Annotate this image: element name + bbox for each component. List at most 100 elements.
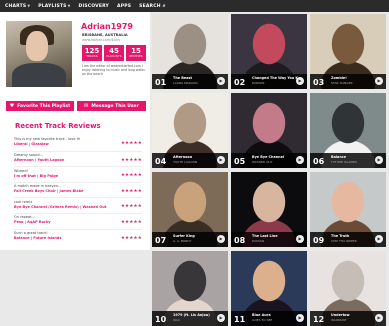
track-tile[interactable]: 04 Afternoon YOUTH LAGOON ▶ bbox=[152, 93, 228, 168]
play-icon[interactable]: ▶ bbox=[375, 314, 383, 322]
track-artist: A. A. BONDY bbox=[173, 239, 192, 243]
play-icon[interactable]: ▶ bbox=[375, 77, 383, 85]
play-icon[interactable]: ▶ bbox=[217, 156, 225, 164]
profile-stats: 125 TRACKS 45 PLAYLISTS 15 REVIEWS bbox=[82, 45, 146, 61]
favorite-playlist-button[interactable]: ♥ Favorite This Playlist bbox=[6, 101, 74, 111]
track-artist: DARWIN bbox=[252, 81, 265, 85]
play-icon[interactable]: ▶ bbox=[217, 77, 225, 85]
track-label: 10 1979 (ft. Lis Anjou) WAX ▶ bbox=[152, 311, 228, 326]
play-icon[interactable]: ▶ bbox=[217, 314, 225, 322]
reviews-list: This is my new favorite track - love it!… bbox=[14, 135, 142, 244]
track-rank: 08 bbox=[234, 236, 246, 245]
track-title: Blue Aura bbox=[252, 313, 271, 317]
track-rank: 06 bbox=[313, 157, 325, 166]
nav-discovery[interactable]: DISCOVERY bbox=[79, 4, 110, 9]
track-label: 05 Bye Bye Channel WASHED OUT ▶ bbox=[231, 153, 307, 168]
review-item: Dreamy sound... Afternoon | Youth Lagoon ★… bbox=[14, 150, 142, 167]
track-tile[interactable]: 07 Surfer King A. A. BONDY ▶ bbox=[152, 172, 228, 247]
track-rank: 04 bbox=[155, 157, 167, 166]
play-icon[interactable]: ▶ bbox=[375, 235, 383, 243]
track-label: 01 The Beast LAURA MARLING ▶ bbox=[152, 74, 228, 89]
track-tile[interactable]: 01 The Beast LAURA MARLING ▶ bbox=[152, 14, 228, 89]
track-rank: 01 bbox=[155, 78, 167, 87]
review-item: Such a great track! Balance | Future Isla… bbox=[14, 228, 142, 245]
track-artist: STAR SLINGER bbox=[331, 81, 353, 85]
stat-playlists[interactable]: 45 PLAYLISTS bbox=[104, 45, 124, 61]
star-rating: ★★★★★ bbox=[120, 219, 142, 225]
play-icon[interactable]: ▶ bbox=[296, 314, 304, 322]
play-icon[interactable]: ▶ bbox=[217, 235, 225, 243]
track-title: Afternoon bbox=[173, 155, 193, 159]
star-rating: ★★★★★ bbox=[120, 235, 142, 241]
track-rank: 03 bbox=[313, 78, 325, 87]
username: Adrian1979 bbox=[81, 22, 133, 31]
track-label: 02 Changed The Way You K... DARWIN ▶ bbox=[231, 74, 307, 89]
track-tile[interactable]: 08 The Last Line DAMIAN ▶ bbox=[231, 172, 307, 247]
track-label: 11 Blue Aura GOES TO SEE ▶ bbox=[231, 311, 307, 326]
track-title: The Last Line bbox=[252, 234, 278, 238]
play-icon[interactable]: ▶ bbox=[375, 156, 383, 164]
message-user-button[interactable]: ✉ Message This User bbox=[77, 101, 146, 111]
track-rank: 09 bbox=[313, 236, 325, 245]
search-icon: ⌕ bbox=[162, 3, 166, 9]
track-title: Zombie! bbox=[331, 76, 347, 80]
play-icon[interactable]: ▶ bbox=[296, 156, 304, 164]
track-label: 04 Afternoon YOUTH LAGOON ▶ bbox=[152, 153, 228, 168]
track-title: Changed The Way You K... bbox=[252, 76, 302, 80]
twitter-link[interactable]: www.twitter.com/4icky bbox=[82, 38, 120, 42]
chevron-down-icon: ▼ bbox=[27, 4, 31, 8]
stat-tracks[interactable]: 125 TRACKS bbox=[82, 45, 102, 61]
chevron-down-icon: ▼ bbox=[67, 4, 71, 8]
track-tile[interactable]: 02 Changed The Way You K... DARWIN ▶ bbox=[231, 14, 307, 89]
track-rank: 05 bbox=[234, 157, 246, 166]
track-title: Balance bbox=[331, 155, 347, 159]
track-title: 1979 (ft. Lis Anjou) bbox=[173, 313, 210, 317]
track-artist: WARPAINT bbox=[331, 318, 347, 322]
star-rating: ★★★★★ bbox=[120, 204, 142, 210]
track-title: Undertow bbox=[331, 313, 350, 317]
track-title: The Truth bbox=[331, 234, 350, 238]
nav-playlists[interactable]: PLAYLISTS ▼ bbox=[38, 4, 70, 9]
track-rank: 02 bbox=[234, 78, 246, 87]
play-icon[interactable]: ▶ bbox=[296, 77, 304, 85]
review-item: cool remix Bye Bye Channel (Grimes Remix)… bbox=[14, 197, 142, 213]
review-item: This is my new favorite track - love it!… bbox=[14, 135, 142, 151]
nav-charts[interactable]: CHARTS ▼ bbox=[5, 4, 30, 9]
track-rank: 07 bbox=[155, 236, 167, 245]
heart-icon: ♥ bbox=[9, 103, 15, 109]
profile-panel: Adrian1979 BRISBANE, AUSTRALIA www.twitt… bbox=[0, 12, 150, 250]
track-tile[interactable]: 12 Undertow WARPAINT ▶ bbox=[310, 251, 386, 326]
location: BRISBANE, AUSTRALIA bbox=[82, 33, 128, 37]
track-label: 09 The Truth CHIP THA RIPPER ▶ bbox=[310, 232, 386, 247]
track-artist: LAURA MARLING bbox=[173, 81, 198, 85]
track-tile[interactable]: 06 Balance FUTURE ISLANDS ▶ bbox=[310, 93, 386, 168]
track-tile[interactable]: 03 Zombie! STAR SLINGER ▶ bbox=[310, 14, 386, 89]
track-tile[interactable]: 11 Blue Aura GOES TO SEE ▶ bbox=[231, 251, 307, 326]
track-title: Surfer King bbox=[173, 234, 195, 238]
track-tile[interactable]: 09 The Truth CHIP THA RIPPER ▶ bbox=[310, 172, 386, 247]
track-rank: 11 bbox=[234, 315, 246, 324]
track-artist: WASHED OUT bbox=[252, 160, 273, 164]
star-rating: ★★★★★ bbox=[120, 188, 142, 194]
nav-apps[interactable]: APPS bbox=[117, 4, 131, 9]
track-artist: CHIP THA RIPPER bbox=[331, 239, 357, 243]
track-title: The Beast bbox=[173, 76, 193, 80]
review-item: On repeat... Peso | A$AP Rocky ★★★★★ bbox=[14, 212, 142, 229]
track-label: 03 Zombie! STAR SLINGER ▶ bbox=[310, 74, 386, 89]
play-icon[interactable]: ▶ bbox=[296, 235, 304, 243]
track-grid: 01 The Beast LAURA MARLING ▶ 02 Changed The W… bbox=[152, 14, 389, 326]
track-label: 08 The Last Line DAMIAN ▶ bbox=[231, 232, 307, 247]
star-rating: ★★★★★ bbox=[120, 157, 142, 163]
track-artist: YOUTH LAGOON bbox=[173, 160, 198, 164]
track-tile[interactable]: 10 1979 (ft. Lis Anjou) WAX ▶ bbox=[152, 251, 228, 326]
track-tile[interactable]: 05 Bye Bye Channel WASHED OUT ▶ bbox=[231, 93, 307, 168]
track-artist: WAX bbox=[173, 318, 180, 322]
track-label: 07 Surfer King A. A. BONDY ▶ bbox=[152, 232, 228, 247]
track-artist: DAMIAN bbox=[252, 239, 265, 243]
nav-search[interactable]: SEARCH ⌕ bbox=[139, 3, 166, 9]
track-artist: FUTURE ISLANDS bbox=[331, 160, 357, 164]
profile-bio: I am the editor of weareduerted.com I en… bbox=[82, 64, 145, 77]
stat-reviews[interactable]: 15 REVIEWS bbox=[126, 45, 146, 61]
track-title: Bye Bye Channel bbox=[252, 155, 285, 159]
review-item: A match made in heaven... Fall Creek Boys… bbox=[14, 181, 142, 198]
